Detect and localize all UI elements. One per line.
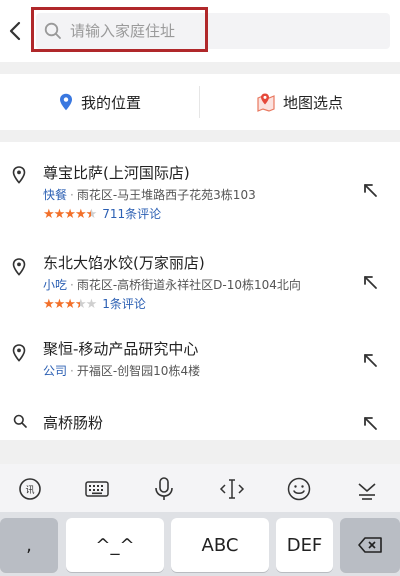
back-button[interactable] <box>6 18 26 44</box>
key-abc[interactable]: ABC <box>171 518 269 572</box>
arrow-up-left-icon[interactable] <box>362 274 378 290</box>
rating-stars: ★★★★★★ <box>43 207 97 222</box>
location-pin-icon <box>59 93 72 111</box>
list-item[interactable]: 高桥肠粉 <box>0 396 400 440</box>
place-meta: 公司 · 开福区-创智园10栋4楼 <box>43 364 201 378</box>
search-header <box>0 0 400 62</box>
address-search-screen: 我的位置 地图选点 尊宝比萨(上河国际店) 快餐·雨花区-马王堆路西子花苑3栋1… <box>0 0 400 576</box>
collapse-keyboard-icon[interactable] <box>354 476 380 502</box>
place-rating: ★★★★★★ 711条评论 <box>43 205 161 222</box>
svg-text:讯: 讯 <box>25 485 34 496</box>
key-emoticon[interactable]: ^_^ <box>66 518 164 572</box>
review-count[interactable]: 711条评论 <box>102 207 161 221</box>
place-name: 聚恒-移动产品研究中心 <box>43 340 199 358</box>
results-list: 尊宝比萨(上河国际店) 快餐·雨花区-马王堆路西子花苑3栋103 ★★★★★★ 7… <box>0 142 400 440</box>
arrow-up-left-icon[interactable] <box>362 182 378 198</box>
map-pin-icon <box>257 93 275 112</box>
location-pin-icon <box>12 258 26 276</box>
rating-stars: ★★★★★★ <box>43 297 97 312</box>
location-pin-icon <box>12 166 26 184</box>
search-icon <box>13 414 27 428</box>
list-item[interactable]: 聚恒-移动产品研究中心 公司 · 开福区-创智园10栋4楼 <box>0 330 400 396</box>
key-def[interactable]: DEF <box>276 518 333 572</box>
my-location-button[interactable]: 我的位置 <box>0 74 200 130</box>
microphone-icon[interactable] <box>151 476 177 502</box>
search-highlight-box <box>31 7 208 52</box>
place-address: 雨花区-马王堆路西子花苑3栋103 <box>76 188 256 202</box>
text-cursor-icon[interactable] <box>219 476 245 502</box>
place-category: 小吃 <box>43 278 68 292</box>
place-name: 尊宝比萨(上河国际店) <box>43 164 190 182</box>
chevron-left-icon <box>9 21 21 41</box>
place-category: 公司 <box>43 364 68 378</box>
list-item[interactable]: 东北大馅水饺(万家丽店) 小吃 · 雨花区-高桥街道永祥社区D-10栋104北向 ★… <box>0 240 400 330</box>
location-options-bar: 我的位置 地图选点 <box>0 74 400 130</box>
search-suggestion: 高桥肠粉 <box>43 414 104 432</box>
list-item[interactable]: 尊宝比萨(上河国际店) 快餐·雨花区-马王堆路西子花苑3栋103 ★★★★★★ 7… <box>0 142 400 242</box>
place-meta: 小吃 · 雨花区-高桥街道永祥社区D-10栋104北向 <box>43 278 301 292</box>
emoji-icon[interactable] <box>286 476 312 502</box>
keyboard-keys: , ^_^ ABC DEF <box>0 512 400 576</box>
place-meta: 快餐 · 雨花区-马王堆路西子花苑3栋103 <box>43 188 256 202</box>
arrow-up-left-icon[interactable] <box>362 415 378 431</box>
keyboard-icon[interactable] <box>84 476 110 502</box>
backspace-icon <box>358 537 382 553</box>
map-pick-label: 地图选点 <box>282 93 343 112</box>
key-comma[interactable]: , <box>0 518 58 572</box>
my-location-label: 我的位置 <box>80 93 141 112</box>
place-name: 东北大馅水饺(万家丽店) <box>43 254 205 272</box>
place-address: 开福区-创智园10栋4楼 <box>76 364 201 378</box>
backspace-key[interactable] <box>340 518 400 572</box>
arrow-up-left-icon[interactable] <box>362 352 378 368</box>
place-category: 快餐 <box>43 188 68 202</box>
place-address: 雨花区-高桥街道永祥社区D-10栋104北向 <box>76 278 301 292</box>
keyboard-toolbar: 讯 <box>0 464 400 512</box>
place-rating: ★★★★★★ 1条评论 <box>43 295 146 312</box>
map-pick-button[interactable]: 地图选点 <box>200 74 400 130</box>
location-pin-icon <box>12 344 26 362</box>
review-count[interactable]: 1条评论 <box>102 297 146 311</box>
ime-logo-icon[interactable]: 讯 <box>17 476 43 502</box>
